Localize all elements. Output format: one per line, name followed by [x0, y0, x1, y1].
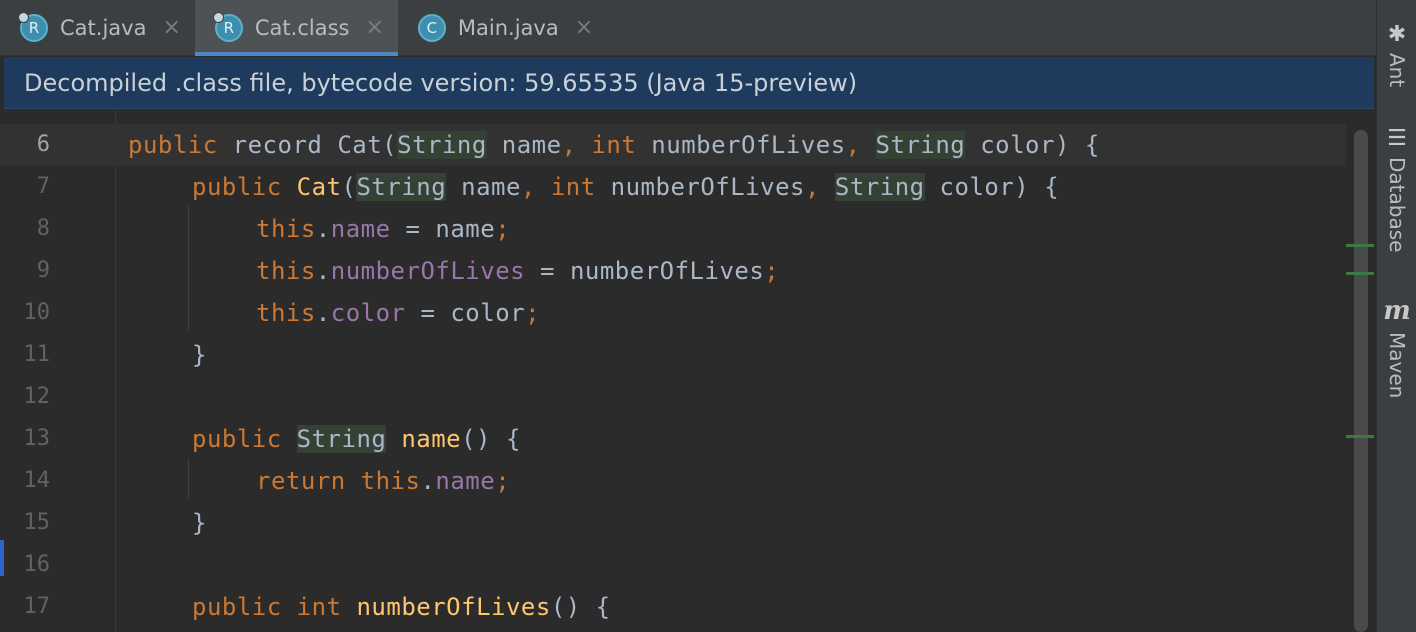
- line-number: 8: [36, 216, 50, 241]
- close-icon[interactable]: ×: [365, 17, 383, 39]
- tab-main-java[interactable]: C Main.java ×: [398, 0, 607, 56]
- line-number: 6: [36, 132, 50, 157]
- code-line[interactable]: 13 public String name() {: [0, 418, 1346, 460]
- vertical-scrollbar[interactable]: [1354, 130, 1368, 632]
- database-tool-button[interactable]: ☰ Database: [1377, 126, 1416, 252]
- left-edge-indicator: [0, 540, 4, 576]
- code-line[interactable]: 6 public record Cat(String name, int num…: [0, 124, 1346, 166]
- close-icon[interactable]: ×: [162, 17, 180, 39]
- file-type-letter: R: [28, 19, 40, 37]
- code-line[interactable]: 10 this.color = color;: [0, 292, 1346, 334]
- file-type-letter: C: [426, 19, 438, 37]
- change-marker[interactable]: [1346, 272, 1374, 275]
- tab-label: Main.java: [457, 16, 559, 40]
- code-text: return this.name;: [256, 467, 511, 495]
- code-line[interactable]: 17 public int numberOfLives() {: [0, 586, 1346, 628]
- record-file-icon: R: [18, 12, 48, 42]
- line-number: 14: [23, 468, 51, 493]
- editor-tab-bar: R Cat.java × R Cat.class × C Main.java ×: [0, 0, 1376, 56]
- record-file-icon: R: [212, 12, 243, 42]
- maven-label: Maven: [1385, 332, 1409, 399]
- code-line[interactable]: 12: [0, 376, 1346, 418]
- line-number: 7: [36, 174, 50, 199]
- tab-cat-class[interactable]: R Cat.class ×: [194, 0, 398, 56]
- ant-icon: ✱: [1387, 22, 1407, 47]
- code-editor[interactable]: 6 public record Cat(String name, int num…: [0, 110, 1376, 632]
- file-type-letter: R: [223, 19, 235, 37]
- code-line[interactable]: 9 this.numberOfLives = numberOfLives;: [0, 250, 1346, 292]
- change-marker[interactable]: [1346, 244, 1374, 247]
- code-line[interactable]: 8 this.name = name;: [0, 208, 1346, 250]
- tab-label: Cat.class: [254, 16, 350, 40]
- code-line[interactable]: 15 }: [0, 502, 1346, 544]
- code-line[interactable]: 7 public Cat(String name, int numberOfLi…: [0, 166, 1346, 208]
- tab-label: Cat.java: [60, 16, 147, 40]
- code-text: this.numberOfLives = numberOfLives;: [256, 257, 780, 285]
- banner-text: Decompiled .class file, bytecode version…: [24, 68, 858, 97]
- decompiled-notice-banner: Decompiled .class file, bytecode version…: [4, 57, 1374, 109]
- database-label: Database: [1385, 157, 1409, 253]
- code-text: this.color = color;: [256, 299, 541, 327]
- close-icon[interactable]: ×: [575, 17, 593, 39]
- right-tool-strip: ✱ Ant ☰ Database m Maven: [1376, 0, 1416, 632]
- ant-label: Ant: [1385, 53, 1409, 88]
- code-text: }: [192, 509, 207, 537]
- tab-cat-java[interactable]: R Cat.java ×: [0, 0, 195, 56]
- change-marker[interactable]: [1346, 435, 1374, 438]
- line-number: 10: [23, 300, 51, 325]
- code-line[interactable]: 14 return this.name;: [0, 460, 1346, 502]
- line-number: 15: [23, 510, 51, 535]
- maven-icon: m: [1383, 296, 1411, 326]
- line-number: 17: [23, 594, 51, 619]
- line-number: 9: [36, 258, 50, 283]
- database-icon: ☰: [1387, 126, 1407, 151]
- line-number: 12: [23, 384, 51, 409]
- line-number: 16: [23, 552, 51, 577]
- line-number: 11: [23, 342, 51, 367]
- code-text: public Cat(String name, int numberOfLive…: [192, 173, 1060, 201]
- code-line[interactable]: 11 }: [0, 334, 1346, 376]
- code-text: this.name = name;: [256, 215, 511, 243]
- code-text: public String name() {: [192, 425, 521, 453]
- class-file-icon: C: [417, 14, 446, 42]
- ant-tool-button[interactable]: ✱ Ant: [1377, 22, 1416, 87]
- code-line[interactable]: 16: [0, 544, 1346, 586]
- code-text: public record Cat(String name, int numbe…: [128, 131, 1100, 159]
- maven-tool-button[interactable]: m Maven: [1377, 296, 1416, 398]
- line-number: 13: [23, 426, 51, 451]
- code-text: }: [192, 341, 207, 369]
- code-text: public int numberOfLives() {: [192, 593, 611, 621]
